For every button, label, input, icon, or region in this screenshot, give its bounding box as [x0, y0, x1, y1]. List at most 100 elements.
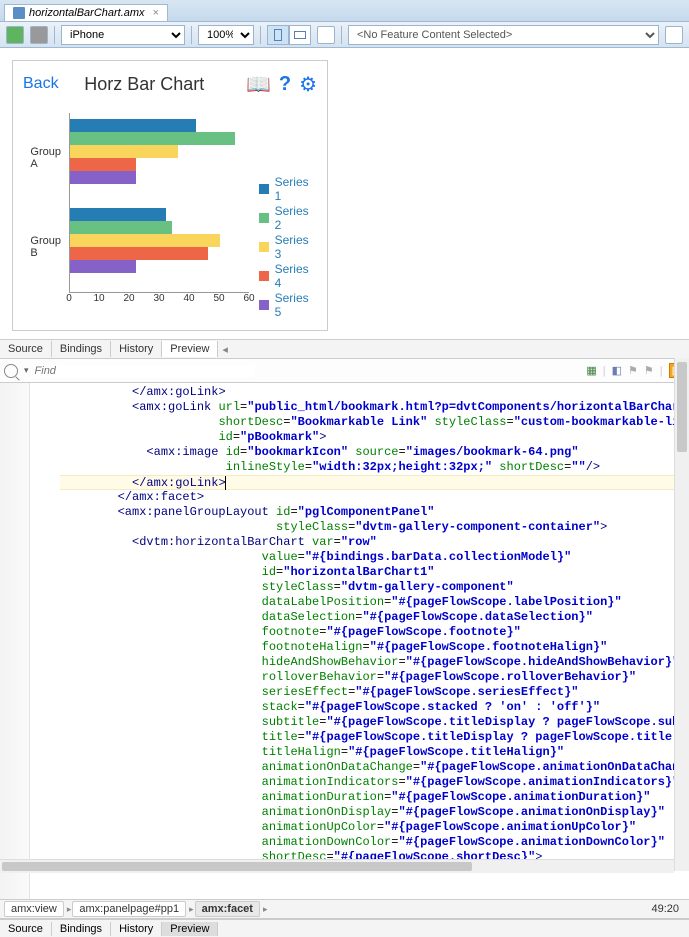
code-editor[interactable]: </amx:goLink> <amx:goLink url="public_ht…: [0, 383, 689, 899]
chevron-right-icon[interactable]: ▸: [263, 904, 268, 915]
code-line[interactable]: <amx:goLink url="public_html/bookmark.ht…: [60, 400, 689, 415]
legend-item[interactable]: Series 2: [259, 204, 317, 232]
legend-item[interactable]: Series 5: [259, 291, 317, 319]
bottom-tab-bindings[interactable]: Bindings: [52, 922, 111, 936]
separator: [341, 26, 342, 44]
code-line[interactable]: </amx:facet>: [60, 490, 689, 505]
bookmark-next-icon[interactable]: ⚑: [644, 364, 654, 377]
bar: [70, 247, 208, 260]
legend-label: Series 3: [275, 233, 317, 261]
code-line[interactable]: titleHalign="#{pageFlowScope.titleHalign…: [60, 745, 689, 760]
breadcrumb-item[interactable]: amx:panelpage#pp1: [72, 901, 186, 917]
bookmark-prev-icon[interactable]: ⚑: [628, 364, 638, 377]
code-line[interactable]: animationOnDataChange="#{pageFlowScope.a…: [60, 760, 689, 775]
bookmark-icon[interactable]: 📖: [246, 72, 271, 97]
preview-area: Back Horz Bar Chart 📖 ? ⚙ Group A Group B…: [0, 48, 689, 339]
file-tab[interactable]: horizontalBarChart.amx ×: [4, 4, 168, 21]
code-line[interactable]: animationOnDisplay="#{pageFlowScope.anim…: [60, 805, 689, 820]
x-tick: 0: [66, 293, 72, 304]
zoom-select[interactable]: 100%: [198, 25, 254, 45]
chevron-right-icon[interactable]: ▸: [67, 904, 72, 915]
vertical-scrollbar[interactable]: [674, 358, 689, 871]
code-line[interactable]: dataLabelPosition="#{pageFlowScope.label…: [60, 595, 689, 610]
code-line[interactable]: animationIndicators="#{pageFlowScope.ani…: [60, 775, 689, 790]
code-line[interactable]: id="pBookmark">: [60, 430, 689, 445]
bottom-tab-history[interactable]: History: [111, 922, 162, 936]
legend-swatch: [259, 242, 269, 252]
code-line[interactable]: footnoteHalign="#{pageFlowScope.footnote…: [60, 640, 689, 655]
bar: [70, 208, 166, 221]
code-line[interactable]: inlineStyle="width:32px;height:32px;" sh…: [60, 460, 689, 475]
code-line[interactable]: rolloverBehavior="#{pageFlowScope.rollov…: [60, 670, 689, 685]
code-line[interactable]: animationDownColor="#{pageFlowScope.anim…: [60, 835, 689, 850]
breadcrumb: amx:view▸amx:panelpage#pp1▸amx:facet▸ 49…: [0, 899, 689, 919]
bottom-tab-preview[interactable]: Preview: [162, 922, 218, 936]
code-line[interactable]: <amx:image id="bookmarkIcon" source="ima…: [60, 445, 689, 460]
legend-label: Series 2: [275, 204, 317, 232]
code-line[interactable]: </amx:goLink>: [60, 475, 689, 490]
legend-item[interactable]: Series 4: [259, 262, 317, 290]
page-title: Horz Bar Chart: [59, 74, 230, 95]
orientation-group: [267, 25, 311, 45]
bar: [70, 171, 136, 184]
code-line[interactable]: animationUpColor="#{pageFlowScope.animat…: [60, 820, 689, 835]
code-line[interactable]: stack="#{pageFlowScope.stacked ? 'on' : …: [60, 700, 689, 715]
category-label: Group B: [30, 235, 61, 259]
pane-tab-bindings[interactable]: Bindings: [52, 341, 111, 357]
file-icon: [13, 7, 25, 19]
breadcrumb-item[interactable]: amx:facet: [195, 901, 260, 917]
back-button[interactable]: Back: [23, 75, 59, 93]
x-tick: 60: [243, 293, 254, 304]
search-icon[interactable]: [4, 364, 18, 378]
portrait-button[interactable]: [267, 25, 289, 45]
separator: [191, 26, 192, 44]
breadcrumb-item[interactable]: amx:view: [4, 901, 64, 917]
code-line[interactable]: animationDuration="#{pageFlowScope.anima…: [60, 790, 689, 805]
code-line[interactable]: seriesEffect="#{pageFlowScope.seriesEffe…: [60, 685, 689, 700]
code-line[interactable]: shortDesc="Bookmarkable Link" styleClass…: [60, 415, 689, 430]
code-line[interactable]: hideAndShowBehavior="#{pageFlowScope.hid…: [60, 655, 689, 670]
close-icon[interactable]: ×: [153, 7, 159, 19]
pane-tab-preview[interactable]: Preview: [162, 341, 218, 357]
code-line[interactable]: <amx:panelGroupLayout id="pglComponentPa…: [60, 505, 689, 520]
legend-item[interactable]: Series 3: [259, 233, 317, 261]
code-line[interactable]: title="#{pageFlowScope.titleDisplay ? pa…: [60, 730, 689, 745]
code-line[interactable]: subtitle="#{pageFlowScope.titleDisplay ?…: [60, 715, 689, 730]
code-line[interactable]: value="#{bindings.barData.collectionMode…: [60, 550, 689, 565]
code-line[interactable]: id="horizontalBarChart1": [60, 565, 689, 580]
chart-container: Group AGroup B 0102030405060 Series 1Ser…: [13, 107, 327, 330]
code-line[interactable]: <dvtm:horizontalBarChart var="row": [60, 535, 689, 550]
code-line[interactable]: footnote="#{pageFlowScope.footnote}": [60, 625, 689, 640]
run-button[interactable]: [6, 26, 24, 44]
device-select[interactable]: iPhone: [61, 25, 185, 45]
toolbar-button[interactable]: [317, 26, 335, 44]
pane-tab-history[interactable]: History: [111, 341, 162, 357]
toolbar-icon[interactable]: ▦: [586, 364, 596, 377]
file-tab-bar: horizontalBarChart.amx ×: [0, 0, 689, 22]
bottom-tab-source[interactable]: Source: [0, 922, 52, 936]
preview-toolbar: iPhone 100% <No Feature Content Selected…: [0, 22, 689, 48]
toolbar-button[interactable]: [665, 26, 683, 44]
legend-item[interactable]: Series 1: [259, 175, 317, 203]
horizontal-scrollbar[interactable]: [0, 859, 674, 873]
find-input[interactable]: [35, 365, 255, 377]
category-label: Group A: [30, 146, 61, 170]
feature-select[interactable]: <No Feature Content Selected>: [348, 25, 659, 45]
landscape-button[interactable]: [289, 25, 311, 45]
code-line[interactable]: dataSelection="#{pageFlowScope.dataSelec…: [60, 610, 689, 625]
stop-button[interactable]: [30, 26, 48, 44]
tab-overflow-icon[interactable]: ◂: [218, 343, 232, 356]
help-icon[interactable]: ?: [279, 73, 291, 96]
x-tick: 50: [213, 293, 224, 304]
gear-icon[interactable]: ⚙: [299, 72, 317, 97]
code-line[interactable]: styleClass="dvtm-gallery-component-conta…: [60, 520, 689, 535]
code-line[interactable]: styleClass="dvtm-gallery-component": [60, 580, 689, 595]
pane-tab-source[interactable]: Source: [0, 341, 52, 357]
legend-swatch: [259, 213, 269, 223]
x-axis-ticks: 0102030405060: [69, 293, 249, 307]
code-line[interactable]: </amx:goLink>: [60, 385, 689, 400]
chevron-right-icon[interactable]: ▸: [189, 904, 194, 915]
find-dropdown-icon[interactable]: ▾: [24, 365, 29, 376]
bookmark-toggle-icon[interactable]: ◧: [612, 364, 622, 377]
bar: [70, 260, 136, 273]
